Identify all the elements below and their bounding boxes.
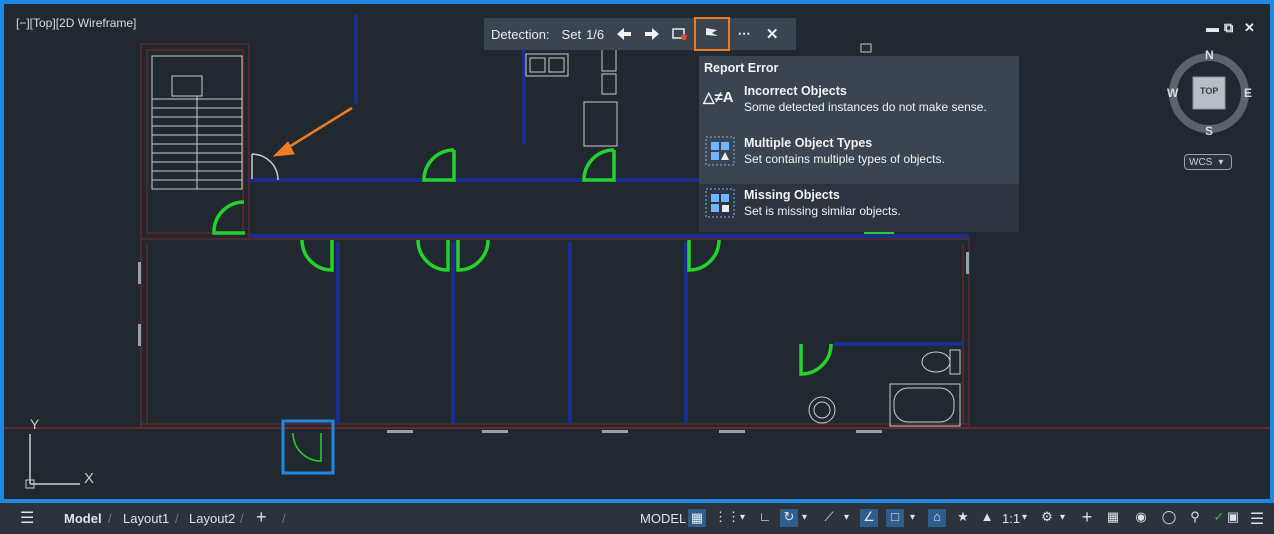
- object-snap-icon[interactable]: □: [886, 509, 904, 527]
- detection-label: Detection:: [491, 26, 550, 42]
- menu-item-title: Multiple Object Types: [744, 136, 873, 150]
- isodraft-icon[interactable]: ⟋: [820, 509, 838, 527]
- compass-south-label[interactable]: S: [1205, 124, 1213, 138]
- close-icon: ✕: [765, 26, 779, 43]
- chevron-down-icon[interactable]: ▾: [910, 509, 928, 527]
- next-set-button[interactable]: [638, 20, 666, 48]
- menu-item-desc: Set contains multiple types of objects.: [744, 152, 945, 166]
- object-snap-tracking-icon[interactable]: ∠: [860, 509, 878, 527]
- fullscreen-icon[interactable]: ▣: [1224, 509, 1242, 527]
- viewport-controls-label[interactable]: [−][Top][2D Wireframe]: [16, 16, 136, 30]
- close-toolbar-button[interactable]: ✕: [758, 20, 786, 48]
- multiple-types-icon: [705, 136, 735, 166]
- tab-separator: /: [282, 511, 286, 526]
- chevron-down-icon[interactable]: ▾: [802, 509, 820, 527]
- hardware-acceleration-icon[interactable]: ◯: [1160, 509, 1178, 527]
- viewcube-top-face[interactable]: TOP: [1200, 86, 1218, 96]
- annotation-scale-value[interactable]: 1:1: [1002, 511, 1020, 526]
- menu-item-desc: Some detected instances do not make sens…: [744, 100, 987, 114]
- menu-icon[interactable]: ☰: [20, 508, 34, 528]
- minimize-icon[interactable]: ▬: [1206, 20, 1219, 35]
- selected-door-highlight: [281, 419, 335, 475]
- set-count: 1/6: [586, 26, 605, 42]
- restore-icon[interactable]: ⧉: [1224, 20, 1233, 36]
- more-icon: ⋯: [737, 26, 751, 41]
- convert-objects-button[interactable]: [666, 20, 694, 48]
- wcs-label: WCS: [1189, 156, 1213, 168]
- add-layout-button[interactable]: +: [256, 507, 267, 528]
- auto-scale-icon[interactable]: ★: [954, 509, 972, 527]
- viewcube[interactable]: N S E W TOP: [1164, 48, 1254, 138]
- chevron-down-icon: ▾: [1218, 156, 1224, 168]
- tab-separator: /: [240, 511, 244, 526]
- compass-east-label[interactable]: E: [1244, 86, 1252, 100]
- gear-icon[interactable]: ⚙: [1038, 509, 1056, 527]
- annotation-scale-icon[interactable]: ▲: [978, 509, 996, 527]
- arrow-right-icon: [645, 28, 660, 40]
- report-error-menu: Report Error △≠A Incorrect Objects Some …: [699, 56, 1019, 232]
- snap-mode-icon[interactable]: ⋮⋮: [714, 509, 740, 527]
- plus-icon[interactable]: +: [1078, 508, 1096, 527]
- tab-separator: /: [108, 511, 112, 526]
- polar-tracking-icon[interactable]: ↻: [780, 509, 798, 527]
- tab-model[interactable]: Model: [64, 511, 102, 526]
- status-bar: ☰ Model / Layout1 / Layout2 / + / MODEL …: [0, 503, 1274, 534]
- menu-item-multiple-object-types[interactable]: Multiple Object Types Set contains multi…: [699, 132, 1019, 180]
- more-options-button[interactable]: ⋯: [730, 20, 758, 48]
- tab-layout2[interactable]: Layout2: [189, 511, 235, 526]
- menu-item-missing-objects[interactable]: Missing Objects Set is missing similar o…: [699, 184, 1019, 232]
- floor-plan-drawing: [4, 14, 1270, 475]
- quick-properties-icon[interactable]: ▦: [1104, 509, 1122, 527]
- report-error-button[interactable]: [694, 17, 731, 51]
- isolate-objects-icon[interactable]: ◉: [1132, 509, 1150, 527]
- convert-objects-icon: [672, 28, 688, 40]
- menu-header: Report Error: [704, 61, 779, 75]
- tab-layout1[interactable]: Layout1: [123, 511, 169, 526]
- set-label: Set: [561, 26, 582, 42]
- customize-menu-icon[interactable]: ☰: [1248, 509, 1266, 528]
- menu-item-incorrect-objects[interactable]: △≠A Incorrect Objects Some detected inst…: [699, 80, 1019, 128]
- tab-separator: /: [175, 511, 179, 526]
- flag-icon: [706, 28, 719, 41]
- previous-set-button[interactable]: [610, 20, 638, 48]
- ortho-icon[interactable]: ∟: [756, 509, 774, 527]
- missing-objects-icon: [705, 188, 735, 218]
- annotation-visibility-icon[interactable]: ⌂: [928, 509, 946, 527]
- arrow-left-icon: [617, 28, 632, 40]
- model-space-button[interactable]: MODEL: [640, 511, 686, 526]
- chevron-down-icon[interactable]: ▾: [1060, 509, 1078, 527]
- compass-north-label[interactable]: N: [1205, 48, 1214, 62]
- ucs-y-label: Y: [30, 416, 40, 432]
- menu-item-desc: Set is missing similar objects.: [744, 204, 901, 218]
- grid-icon[interactable]: ▦: [688, 509, 706, 527]
- detection-toolbar: Detection: Set 1/6 ⋯ ✕: [484, 17, 796, 51]
- search-icon[interactable]: ⚲: [1186, 509, 1204, 527]
- drawing-viewport[interactable]: [−][Top][2D Wireframe] ▬ ⧉ ✕ N S E W TOP…: [0, 0, 1274, 503]
- menu-item-title: Incorrect Objects: [744, 84, 847, 98]
- triangle-not-equal-a-icon: △≠A: [703, 89, 734, 106]
- menu-item-title: Missing Objects: [744, 188, 840, 202]
- wcs-menu[interactable]: WCS ▾: [1184, 154, 1232, 170]
- ucs-x-label: X: [84, 470, 95, 487]
- close-icon[interactable]: ✕: [1244, 20, 1255, 36]
- compass-west-label[interactable]: W: [1167, 86, 1178, 100]
